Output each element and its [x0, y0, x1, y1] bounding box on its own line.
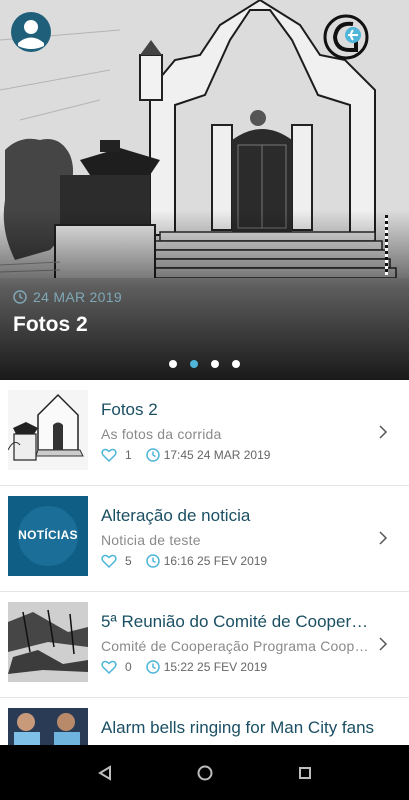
news-subtitle: As fotos da corrida — [101, 426, 222, 442]
news-thumbnail-label: NOTÍCIAS — [18, 528, 78, 542]
carousel-dot-3[interactable] — [211, 360, 219, 368]
home-circle-icon[interactable] — [196, 764, 214, 782]
app-screen: 24 MAR 2019 Fotos 2 Fotos 2 As fotos da … — [0, 0, 409, 800]
chevron-right-icon[interactable] — [377, 636, 389, 652]
news-title: Alteração de noticia — [101, 506, 251, 525]
hero-date: 24 MAR 2019 — [13, 289, 122, 305]
brand-logo-icon — [323, 14, 369, 60]
hero-title[interactable]: Fotos 2 — [13, 313, 88, 337]
news-title: Fotos 2 — [101, 400, 158, 419]
news-time: 15:22 25 FEV 2019 — [163, 660, 268, 674]
news-thumbnail — [8, 390, 88, 470]
like-count: 1 — [125, 448, 132, 462]
recents-square-icon[interactable] — [297, 765, 313, 781]
clock-icon — [145, 448, 160, 462]
chevron-right-icon[interactable] — [377, 424, 389, 440]
news-title: Alarm bells ringing for Man City fans — [101, 718, 375, 737]
heart-icon[interactable] — [101, 660, 117, 674]
news-meta: 5 16:16 25 FEV 2019 — [101, 554, 267, 568]
news-thumbnail — [8, 602, 88, 682]
hero-date-text: 24 MAR 2019 — [33, 289, 122, 305]
like-count: 0 — [125, 660, 132, 674]
system-nav-bar — [0, 745, 409, 800]
news-thumbnail: NOTÍCIAS — [8, 496, 88, 576]
news-list: Fotos 2 As fotos da corrida 1 17:45 24 M… — [0, 380, 409, 800]
carousel-dot-4[interactable] — [232, 360, 240, 368]
carousel-dots — [0, 360, 409, 368]
chevron-right-icon[interactable] — [377, 530, 389, 546]
clock-icon — [145, 554, 160, 568]
account-button[interactable] — [11, 12, 51, 52]
news-subtitle: Noticia de teste — [101, 532, 201, 548]
account-circle-icon — [18, 20, 44, 49]
news-meta: 0 15:22 25 FEV 2019 — [101, 660, 267, 674]
carousel-dot-2[interactable] — [190, 360, 198, 368]
news-subtitle: Comité de Cooperação Programa Cooperação — [101, 638, 376, 654]
news-item[interactable]: 5ª Reunião do Comité de Cooperação Comit… — [0, 592, 409, 698]
brand-logo[interactable] — [323, 14, 369, 60]
news-item[interactable]: NOTÍCIAS Alteração de noticia Noticia de… — [0, 486, 409, 592]
news-meta: 1 17:45 24 MAR 2019 — [101, 448, 270, 462]
news-time: 17:45 24 MAR 2019 — [163, 448, 271, 462]
heart-icon[interactable] — [101, 448, 117, 462]
clock-icon — [13, 290, 27, 304]
clock-icon — [145, 660, 160, 674]
like-count: 5 — [125, 554, 132, 568]
hero-carousel[interactable]: 24 MAR 2019 Fotos 2 — [0, 0, 409, 380]
news-title: 5ª Reunião do Comité de Cooperação — [101, 612, 376, 631]
back-triangle-icon[interactable] — [96, 764, 114, 782]
scroll-indicator — [385, 215, 388, 275]
heart-icon[interactable] — [101, 554, 117, 568]
news-time: 16:16 25 FEV 2019 — [163, 554, 268, 568]
news-item[interactable]: Fotos 2 As fotos da corrida 1 17:45 24 M… — [0, 380, 409, 486]
carousel-dot-1[interactable] — [169, 360, 177, 368]
